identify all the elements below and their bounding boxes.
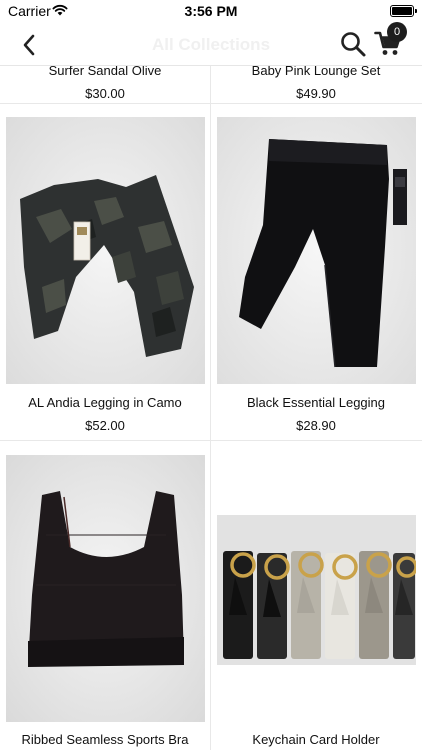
status-time: 3:56 PM — [184, 3, 238, 19]
back-button[interactable] — [14, 30, 44, 60]
product-card[interactable]: Black Essential Legging $28.90 — [211, 104, 421, 440]
product-name: AL Andia Legging in Camo — [28, 395, 182, 410]
product-card[interactable]: Baby Pink Lounge Set $49.90 — [211, 66, 421, 103]
product-name: Baby Pink Lounge Set — [251, 66, 381, 78]
product-card[interactable]: AL Andia Legging in Camo $52.00 — [0, 104, 210, 440]
product-card[interactable]: Ribbed Seamless Sports Bra — [0, 441, 210, 750]
chevron-left-icon — [23, 34, 35, 56]
product-name: Keychain Card Holder — [252, 732, 380, 747]
search-icon — [341, 32, 366, 57]
product-card[interactable]: Keychain Card Holder — [211, 441, 421, 750]
navigation-bar: All Collections 0 — [0, 22, 422, 66]
product-price: $30.00 — [85, 86, 125, 101]
product-image — [6, 117, 205, 384]
product-card[interactable]: Surfer Sandal Olive $30.00 — [0, 66, 210, 103]
product-name: Ribbed Seamless Sports Bra — [21, 732, 189, 747]
status-bar: Carrier 3:56 PM — [0, 0, 422, 24]
product-grid: Surfer Sandal Olive $30.00 Baby Pink Lou… — [0, 66, 422, 750]
cart-count-badge: 0 — [387, 22, 407, 42]
product-price: $28.90 — [296, 418, 336, 433]
product-price: $49.90 — [296, 86, 336, 101]
product-image — [6, 455, 205, 722]
product-image — [217, 117, 416, 384]
product-price: $52.00 — [85, 418, 125, 433]
product-image — [217, 515, 416, 665]
search-button[interactable] — [339, 30, 367, 58]
product-name: Black Essential Legging — [246, 395, 386, 410]
battery-icon — [390, 5, 417, 17]
product-name: Surfer Sandal Olive — [48, 66, 162, 78]
